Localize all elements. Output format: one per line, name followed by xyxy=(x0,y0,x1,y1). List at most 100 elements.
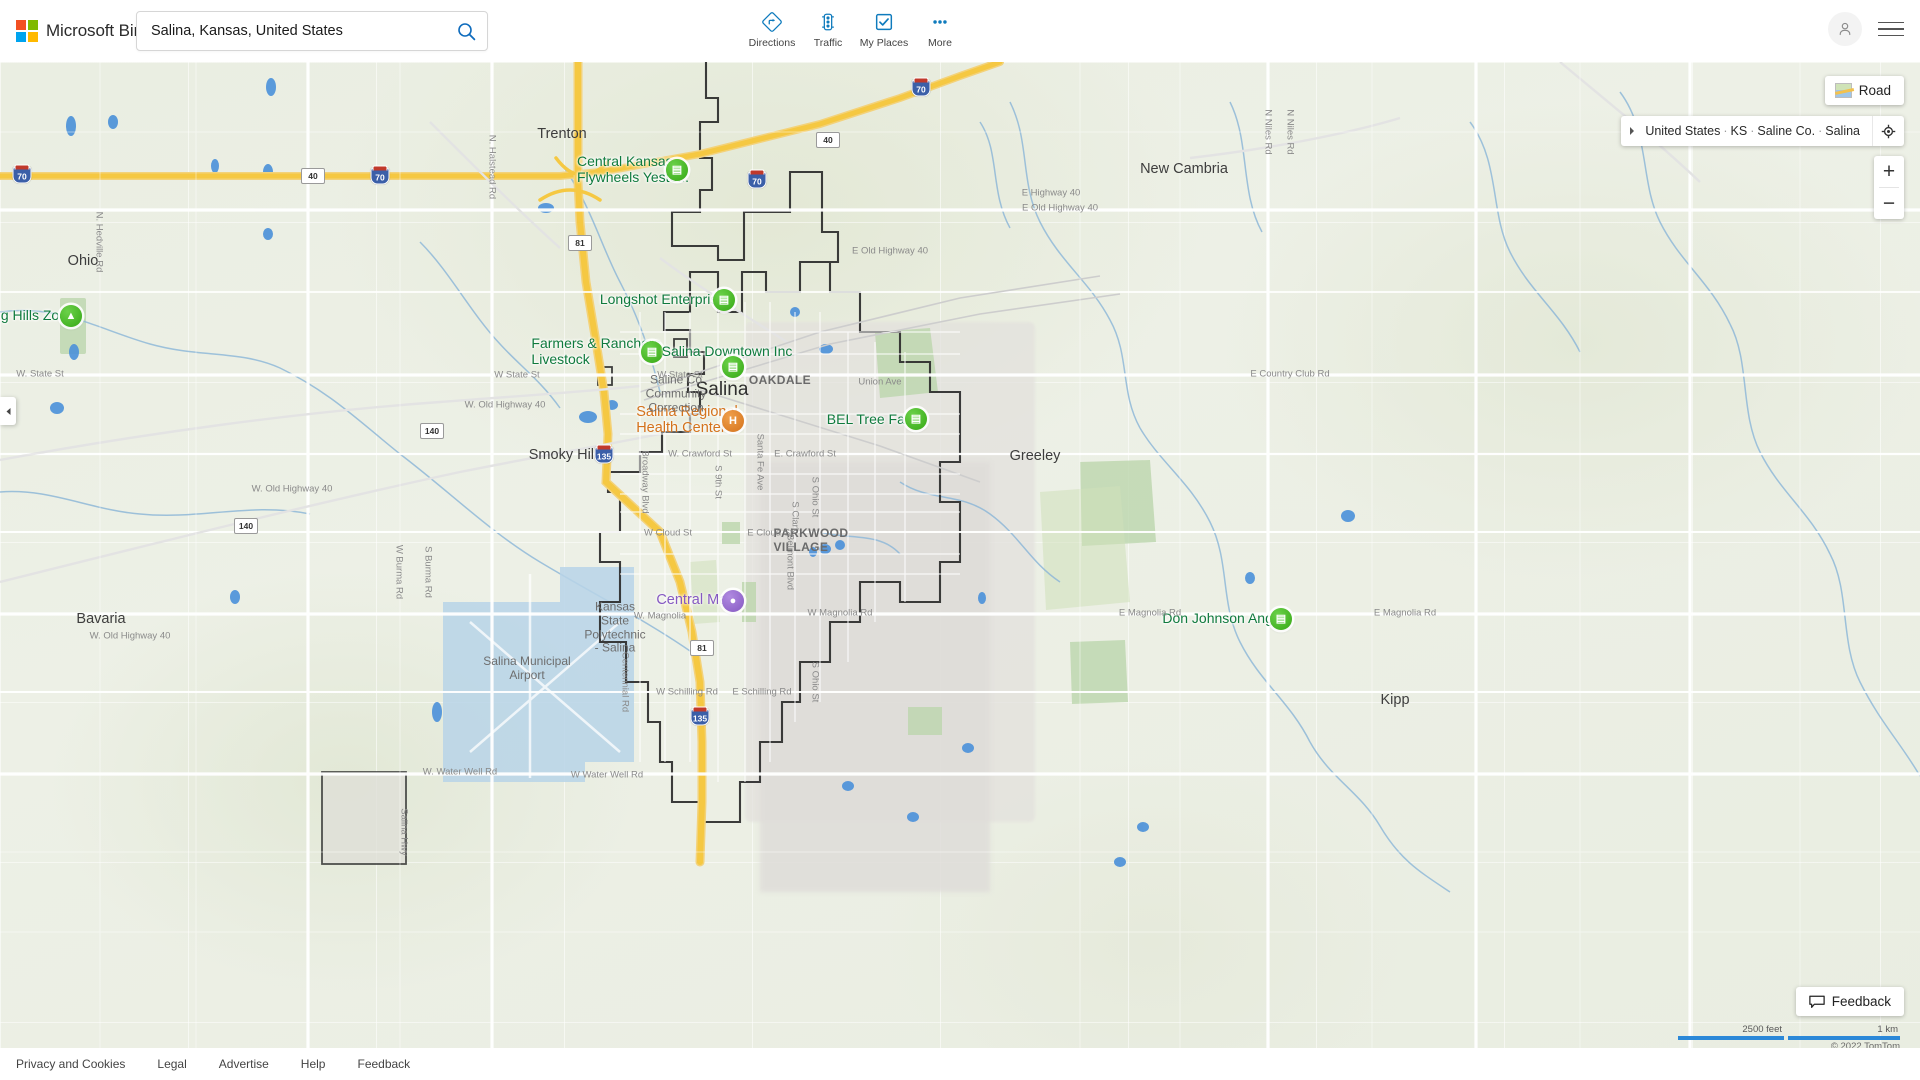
poi-glyph: ▤ xyxy=(671,163,683,176)
tool-my-places[interactable]: My Places xyxy=(856,6,912,49)
map-label-town[interactable]: Kipp xyxy=(1380,692,1409,708)
breadcrumb-part[interactable]: United States xyxy=(1645,124,1720,138)
tool-more[interactable]: More xyxy=(912,6,968,49)
map-label-street: S Ohio St xyxy=(809,661,821,703)
map-label-street: E Magnolia Rd xyxy=(1118,607,1182,619)
map-label-neighborhood: OAKDALE xyxy=(748,373,812,387)
highway-shield-us[interactable]: 40 xyxy=(816,132,840,148)
map-label-street: W State St xyxy=(657,369,703,381)
map-label-place[interactable]: ng Hills Zoo xyxy=(0,307,67,323)
map-label-street: S Ohio St xyxy=(809,476,821,518)
map-label-street: Santa Fe Ave xyxy=(754,433,766,491)
map-feedback-button[interactable]: Feedback xyxy=(1795,987,1904,1016)
breadcrumb-text[interactable]: United States · KS · Saline Co. · Salina xyxy=(1643,124,1872,138)
map-label-street: W. State St xyxy=(16,368,64,380)
map-label-street: W. Crawford St xyxy=(668,448,732,460)
map-canvas[interactable]: Trenton Ohio New Cambria Greeley Bavaria Kipp… xyxy=(0,62,1920,1062)
search-input[interactable] xyxy=(137,23,445,39)
map-label-street: N. Hedville Rd xyxy=(93,211,105,273)
highway-shield-interstate[interactable]: 135 xyxy=(594,444,614,464)
map-label-street: W. Old Highway 40 xyxy=(89,630,171,642)
search-box[interactable] xyxy=(136,11,488,51)
scale-imperial-label: 2500 feet xyxy=(1742,1024,1782,1035)
poi-marker-business[interactable]: ▤ xyxy=(713,289,735,311)
chevron-left-icon xyxy=(6,407,10,415)
hamburger-menu-icon[interactable] xyxy=(1878,18,1904,40)
zoom-out-button[interactable]: − xyxy=(1874,188,1904,219)
scale-bar: 2500 feet 1 km xyxy=(1678,1024,1900,1040)
breadcrumb: United States · KS · Saline Co. · Salina xyxy=(1621,116,1904,146)
bing-maps-page: Microsoft Bing Directio xyxy=(0,0,1920,1080)
poi-marker-place[interactable]: ▲ xyxy=(60,305,82,327)
poi-marker-business[interactable]: ▤ xyxy=(641,341,663,363)
map-label-street: N Niles Rd xyxy=(1284,109,1296,155)
breadcrumb-part[interactable]: Saline Co. xyxy=(1757,124,1815,138)
traffic-light-icon xyxy=(817,10,839,34)
map-label-town[interactable]: Smoky Hill xyxy=(529,447,597,463)
map-thumbnail-icon xyxy=(1834,83,1852,98)
speech-bubble-icon xyxy=(1808,995,1825,1008)
poi-marker-business[interactable]: ▤ xyxy=(905,408,927,430)
highway-shield-us[interactable]: 140 xyxy=(234,518,258,534)
footer-link-feedback[interactable]: Feedback xyxy=(357,1057,410,1071)
poi-marker-business[interactable]: ▤ xyxy=(666,159,688,181)
tool-traffic[interactable]: Traffic xyxy=(800,6,856,49)
poi-glyph: ▤ xyxy=(646,345,658,358)
highway-shield-interstate[interactable]: 70 xyxy=(370,165,390,185)
map-label-town[interactable]: New Cambria xyxy=(1140,161,1228,177)
side-panel-toggle[interactable] xyxy=(0,397,16,425)
breadcrumb-part[interactable]: KS xyxy=(1731,124,1748,138)
scale-metric-label: 1 km xyxy=(1877,1024,1898,1035)
footer-link-privacy-and-cookies[interactable]: Privacy and Cookies xyxy=(16,1057,125,1071)
poi-glyph: H xyxy=(729,414,737,427)
map-label-street: W. Old Highway 40 xyxy=(464,399,546,411)
map-label-street: Union Ave xyxy=(858,376,902,388)
footer-link-advertise[interactable]: Advertise xyxy=(219,1057,269,1071)
map-label-place: Kansas State Polytechnic - Salina xyxy=(584,599,646,655)
highway-shield-interstate[interactable]: 70 xyxy=(12,164,32,184)
map-label-street: Centennial Rd xyxy=(619,651,631,713)
map-label-street: N. Halstead Rd xyxy=(486,134,498,200)
highway-shield-interstate[interactable]: 135 xyxy=(690,706,710,726)
map-label-street: W. Water Well Rd xyxy=(422,766,498,778)
map-label-street: Belmont Blvd xyxy=(784,534,796,590)
map-label-street: W Burma Rd xyxy=(393,544,405,600)
poi-glyph: ▤ xyxy=(718,293,730,306)
map-label-place: Salina Municipal Airport xyxy=(483,654,571,682)
zoom-in-button[interactable]: + xyxy=(1874,156,1904,187)
locate-me-icon[interactable] xyxy=(1872,116,1904,146)
map-style-button[interactable]: Road xyxy=(1824,76,1904,105)
map-tools: Directions Traffic My Places More xyxy=(744,6,968,49)
tool-more-label: More xyxy=(928,37,952,49)
poi-glyph: ▲ xyxy=(65,309,77,322)
poi-marker-business[interactable]: ▤ xyxy=(722,356,744,378)
highway-shield-us[interactable]: 40 xyxy=(301,168,325,184)
map-label-town[interactable]: Greeley xyxy=(1010,448,1061,464)
tool-directions-label: Directions xyxy=(748,37,796,49)
search-button[interactable] xyxy=(445,12,487,50)
account-button[interactable] xyxy=(1828,12,1862,46)
footer-link-legal[interactable]: Legal xyxy=(157,1057,186,1071)
highway-shield-us[interactable]: 81 xyxy=(690,640,714,656)
poi-marker-business[interactable]: ▤ xyxy=(1270,608,1292,630)
map-label-street: E. Crawford St xyxy=(774,448,836,460)
footer-link-help[interactable]: Help xyxy=(301,1057,326,1071)
poi-marker-hospital[interactable]: H xyxy=(722,410,744,432)
map-label-street: Salina Hwy xyxy=(398,808,410,856)
highway-shield-us[interactable]: 140 xyxy=(420,423,444,439)
highway-shield-interstate[interactable]: 70 xyxy=(911,77,931,97)
tool-directions[interactable]: Directions xyxy=(744,6,800,49)
highway-shield-us[interactable]: 81 xyxy=(568,235,592,251)
map-label-street: Broadway Blvd xyxy=(639,450,651,514)
map-label-street: S Burma Rd xyxy=(422,546,434,598)
highway-shield-interstate[interactable]: 70 xyxy=(747,169,767,189)
person-icon xyxy=(1839,22,1851,36)
breadcrumb-part[interactable]: Salina xyxy=(1825,124,1860,138)
map-label-street: W. Magnolia xyxy=(633,610,687,622)
map-label-town[interactable]: Trenton xyxy=(537,126,586,142)
map-label-town[interactable]: Bavaria xyxy=(76,611,125,627)
scale-imperial: 2500 feet xyxy=(1678,1024,1784,1040)
bing-logo[interactable]: Microsoft Bing xyxy=(16,20,152,42)
chevron-right-icon[interactable] xyxy=(1621,126,1643,136)
poi-marker-shopping[interactable]: ● xyxy=(722,590,744,612)
